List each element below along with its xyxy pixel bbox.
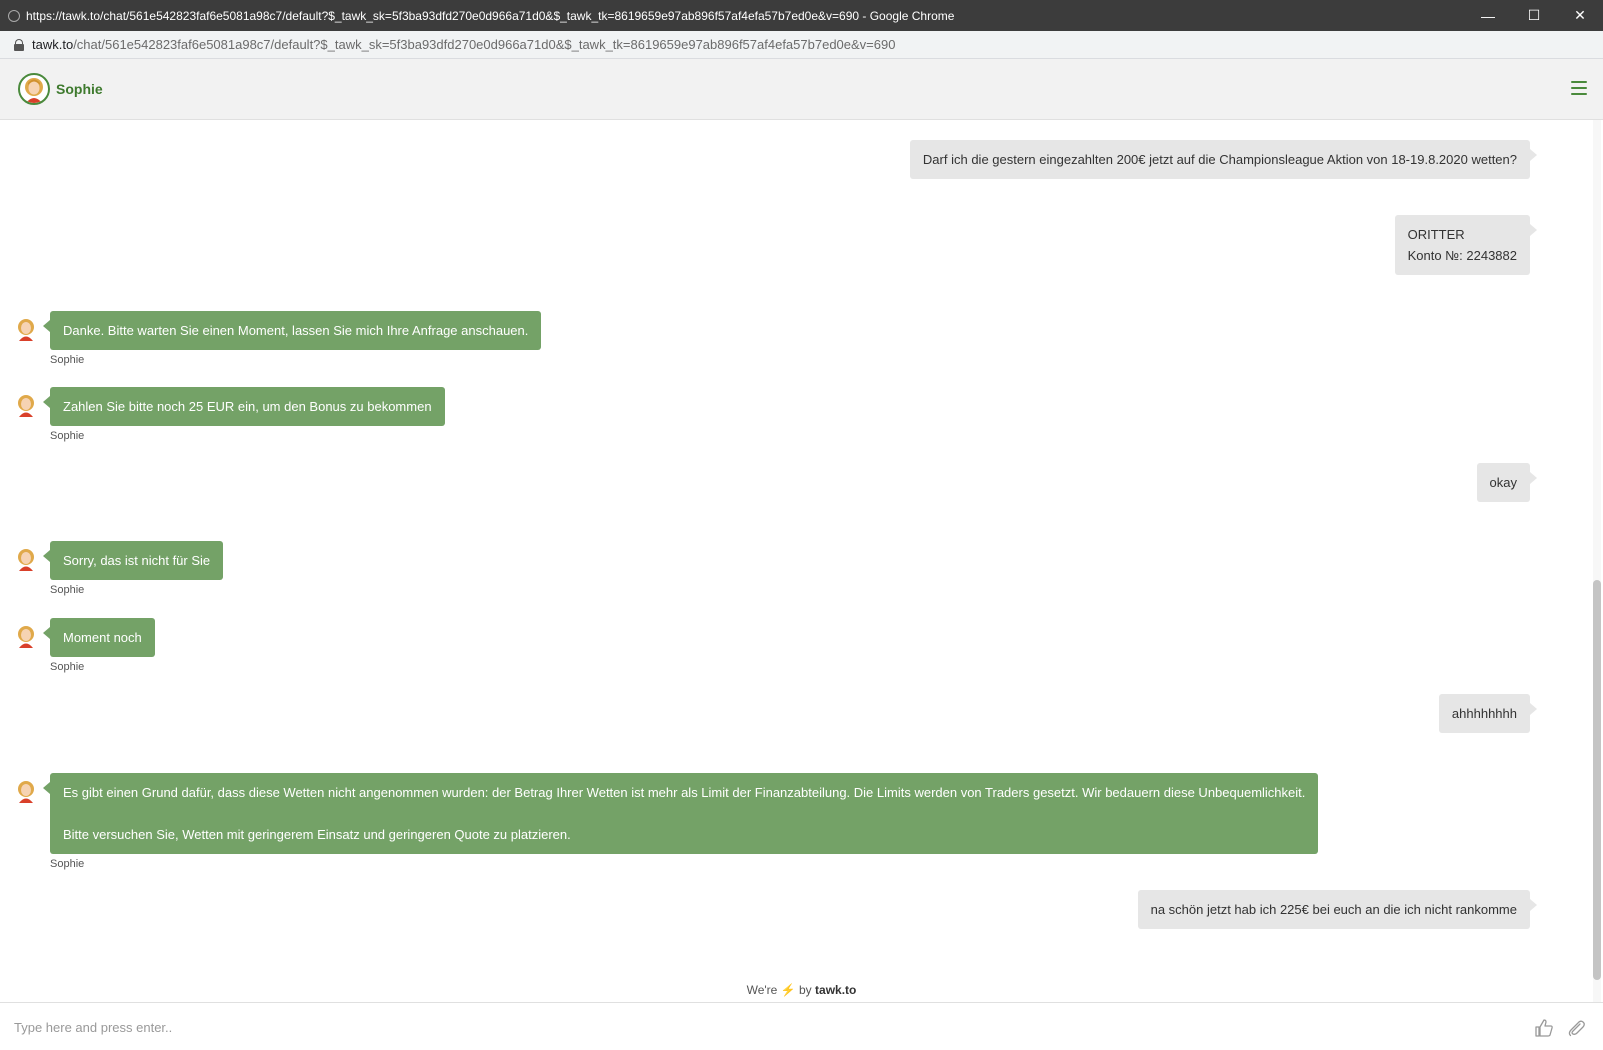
powered-prefix: We're — [746, 983, 778, 997]
thumbs-up-icon[interactable] — [1534, 1018, 1554, 1038]
sender-label: Sophie — [50, 430, 85, 442]
sender-label: Sophie — [50, 354, 85, 366]
agent-avatar-icon — [18, 549, 34, 571]
minimize-button[interactable]: — — [1465, 0, 1511, 31]
message-text: Bitte versuchen Sie, Wetten mit geringer… — [63, 827, 571, 842]
chat-header: Sophie — [0, 59, 1603, 120]
message-list: Darf ich die gestern eingezahlten 200€ j… — [0, 120, 1589, 1002]
sender-label: Sophie — [50, 584, 85, 596]
url-host: tawk.to — [32, 37, 74, 52]
address-bar[interactable]: tawk.to/chat/561e542823faf6e5081a98c7/de… — [0, 31, 1603, 59]
maximize-button[interactable]: ☐ — [1511, 0, 1557, 31]
message-text: Danke. Bitte warten Sie einen Moment, la… — [63, 323, 529, 338]
message-text: okay — [1489, 475, 1517, 490]
message-text: ahhhhhhhh — [1451, 706, 1517, 721]
message-text: Moment noch — [63, 630, 142, 645]
agent-message: Danke. Bitte warten Sie einen Moment, la… — [42, 311, 542, 350]
browser-title-bar: https://tawk.to/chat/561e542823faf6e5081… — [0, 0, 1603, 31]
visitor-message: ORITTER Konto №: 2243882 — [1394, 215, 1538, 275]
window-controls: — ☐ ✕ — [1465, 0, 1603, 31]
paperclip-icon[interactable] — [1566, 1018, 1586, 1038]
window-title: https://tawk.to/chat/561e542823faf6e5081… — [26, 8, 955, 23]
scrollbar-thumb[interactable] — [1593, 580, 1601, 980]
hamburger-menu-icon[interactable] — [1571, 81, 1587, 95]
message-text: na schön jetzt hab ich 225€ bei euch an … — [1150, 902, 1517, 917]
agent-message: Moment noch — [43, 618, 155, 657]
close-window-button[interactable]: ✕ — [1557, 0, 1603, 31]
scrollbar[interactable] — [1593, 120, 1601, 1002]
message-composer — [0, 1002, 1603, 1050]
globe-icon — [8, 9, 20, 22]
powered-by[interactable]: We're ⚡ by tawk.to — [0, 983, 1603, 997]
visitor-message: okay — [1476, 463, 1538, 502]
agent-avatar-icon — [18, 781, 34, 803]
visitor-message: ahhhhhhhh — [1438, 694, 1538, 733]
agent-message: Sorry, das ist nicht für Sie — [42, 541, 224, 580]
message-text: Zahlen Sie bitte noch 25 EUR ein, um den… — [63, 399, 432, 414]
visitor-message: na schön jetzt hab ich 225€ bei euch an … — [1137, 890, 1538, 929]
message-text: Sorry, das ist nicht für Sie — [63, 553, 211, 568]
powered-by-text: by — [799, 983, 812, 997]
agent-avatar — [18, 73, 50, 105]
sender-label: Sophie — [50, 661, 85, 673]
url-path: /chat/561e542823faf6e5081a98c7/default?$… — [73, 37, 896, 52]
agent-avatar-icon — [25, 78, 43, 103]
message-text: ORITTER — [1407, 227, 1465, 242]
agent-message: Es gibt einen Grund dafür, dass diese We… — [42, 773, 1319, 854]
message-text: Konto №: 2243882 — [1407, 248, 1517, 263]
agent-name: Sophie — [56, 81, 103, 97]
sender-label: Sophie — [50, 858, 85, 870]
agent-avatar-icon — [18, 626, 34, 648]
lightning-icon: ⚡ — [780, 983, 796, 997]
message-text: Darf ich die gestern eingezahlten 200€ j… — [922, 152, 1517, 167]
lock-icon — [14, 38, 24, 51]
visitor-message: Darf ich die gestern eingezahlten 200€ j… — [909, 140, 1538, 179]
agent-avatar-icon — [18, 319, 34, 341]
message-text: Es gibt einen Grund dafür, dass diese We… — [63, 785, 1306, 800]
message-input[interactable] — [14, 1015, 1494, 1039]
agent-avatar-icon — [18, 395, 34, 417]
brand-link[interactable]: tawk.to — [815, 983, 856, 997]
agent-message: Zahlen Sie bitte noch 25 EUR ein, um den… — [43, 387, 445, 426]
